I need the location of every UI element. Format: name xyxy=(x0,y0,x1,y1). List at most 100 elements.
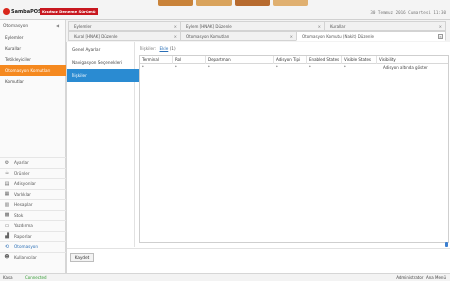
tab-label: Kural [HNAK] Düzenle xyxy=(74,34,118,39)
relations-panel: İlişkiler: Ekle (1) Terminal Rol Departm… xyxy=(138,42,450,247)
main-menu-link[interactable]: Ana Menü xyxy=(426,275,446,280)
product-icon: ☕ xyxy=(4,170,10,177)
tab-label: Eylemler xyxy=(74,24,92,29)
nav-inventory[interactable]: ▩ Stok xyxy=(0,209,66,221)
connection-status: Connected xyxy=(25,275,47,280)
cell-visibility[interactable]: Adisyon altında göster xyxy=(377,64,449,71)
nav-tickets[interactable]: ▤ Adisyonlar xyxy=(0,178,66,189)
menu-item-commands[interactable]: Komutlar xyxy=(0,76,66,87)
cell-ticket-type[interactable]: * xyxy=(274,64,307,71)
tab-rules[interactable]: Kurallar × xyxy=(324,21,446,31)
datetime: 30 Temmuz 2016 Cumartesi 11:30 xyxy=(370,9,446,15)
collapse-arrow-icon[interactable]: ◀ xyxy=(56,23,59,28)
sambapos-logo-icon xyxy=(3,8,10,15)
tab-edit-rule[interactable]: Kural [HNAK] Düzenle × xyxy=(68,31,181,41)
status-right: Administrator Ana Menü xyxy=(396,274,446,281)
app-name: SambaPOS xyxy=(11,8,42,15)
add-relation-link[interactable]: Ekle xyxy=(159,46,168,51)
tab-actions[interactable]: Eylemler × xyxy=(68,21,181,31)
cell-visible-states[interactable]: * xyxy=(342,64,377,71)
tab-edit-automation-command[interactable]: Otomasyon Komutu (Nakit) Düzenle × xyxy=(296,31,446,41)
cell-enabled-states[interactable]: * xyxy=(307,64,342,71)
menu-item-actions[interactable]: Eylemler xyxy=(0,32,66,43)
document-tabs: Eylemler × Eylem [HNAK] Düzenle × Kurallar… xyxy=(66,20,450,42)
column-visibility[interactable]: Visibility xyxy=(377,56,449,64)
column-enabled-states[interactable]: Enabled States xyxy=(307,56,342,64)
grid-header: Terminal Rol Departman Adisyon Tipi Enab… xyxy=(140,56,448,64)
nav-label: Ayarlar xyxy=(14,160,29,166)
tab-label: Otomasyon Komutu (Nakit) Düzenle xyxy=(302,34,375,39)
nav-entities[interactable]: ▦ Varlıklar xyxy=(0,188,66,200)
tab-automation-commands[interactable]: Otomasyon Komutları × xyxy=(180,31,297,41)
entity-icon: ▦ xyxy=(4,191,10,198)
nav-settings[interactable]: ⚙ Ayarlar xyxy=(0,157,66,168)
header-banner xyxy=(158,0,308,6)
print-icon: ▭ xyxy=(4,222,10,229)
column-visible-states[interactable]: Visible States xyxy=(342,56,377,64)
nav-reports[interactable]: ▟ Raporlar xyxy=(0,230,66,242)
relation-count: (1) xyxy=(169,46,176,51)
scrollbar[interactable] xyxy=(444,42,450,273)
current-user[interactable]: Administrator xyxy=(396,275,423,280)
banner-photo xyxy=(234,0,270,6)
cell-department[interactable]: * xyxy=(206,64,274,71)
nav-label: Otomasyon xyxy=(14,244,39,250)
sambapos-window: SambaPOS Kısıtsız Deneme Sürümü 30 Temmu… xyxy=(0,0,450,281)
column-department[interactable]: Departman xyxy=(206,56,274,64)
menu-item-automation-commands[interactable]: Otomasyon Komutları xyxy=(0,65,66,76)
column-terminal[interactable]: Terminal xyxy=(140,56,173,64)
nav-label: Adisyonlar xyxy=(14,181,36,187)
status-bar: Kasa Connected Administrator Ana Menü xyxy=(0,273,450,281)
scrollbar-thumb[interactable] xyxy=(445,242,448,247)
column-role[interactable]: Rol xyxy=(173,56,206,64)
nav-label: Raporlar xyxy=(14,233,32,239)
menu-item-triggers[interactable]: Tetikleyiciler xyxy=(0,54,66,65)
side-tab-general-settings[interactable]: Genel Ayarlar xyxy=(67,43,134,56)
left-panel: Otomasyon ◀ Eylemler Kurallar Tetikleyic… xyxy=(0,20,66,273)
nav-printing[interactable]: ▭ Yazdırma xyxy=(0,220,66,231)
nav-automation[interactable]: ⟲ Otomasyon xyxy=(0,241,66,252)
nav-products[interactable]: ☕ Ürünler xyxy=(0,167,66,179)
close-icon[interactable]: × xyxy=(438,34,443,39)
column-ticket-type[interactable]: Adisyon Tipi xyxy=(274,56,307,64)
nav-label: Ürünler xyxy=(14,170,30,176)
cell-role[interactable]: * xyxy=(173,64,206,71)
nav-users[interactable]: ☻ Kullanıcılar xyxy=(0,251,66,263)
table-row[interactable]: * * * * * * Adisyon altında göster xyxy=(140,64,448,71)
tab-label: Otomasyon Komutları xyxy=(186,34,230,39)
account-icon: ▥ xyxy=(4,201,10,208)
cell-terminal[interactable]: * xyxy=(140,64,173,71)
top-bar: SambaPOS Kısıtsız Deneme Sürümü 30 Temmu… xyxy=(0,0,450,19)
side-tab-relations[interactable]: İlişkiler xyxy=(67,69,145,82)
reports-icon: ▟ xyxy=(5,233,9,240)
nav-label: Kullanıcılar xyxy=(14,254,37,260)
close-icon[interactable]: × xyxy=(290,32,293,42)
users-icon: ☻ xyxy=(4,254,10,261)
menu-item-rules[interactable]: Kurallar xyxy=(0,43,66,54)
nav-label: Varlıklar xyxy=(14,191,32,197)
banner-photo xyxy=(196,0,232,6)
automation-icon: ⟲ xyxy=(4,243,10,250)
close-icon[interactable]: × xyxy=(174,32,177,42)
gear-icon: ⚙ xyxy=(4,159,10,166)
editor-footer: Kaydet xyxy=(67,248,450,272)
side-tab-navigation-options[interactable]: Navigasyon Seçenekleri xyxy=(67,56,134,69)
ticket-icon: ▤ xyxy=(4,180,10,187)
editor-panel: Genel Ayarlar Navigasyon Seçenekleri İli… xyxy=(66,42,450,273)
nav-accounts[interactable]: ▥ Hesaplar xyxy=(0,199,66,210)
banner-photo xyxy=(272,0,308,6)
terminal-name: Kasa xyxy=(3,275,13,280)
nav-label: Stok xyxy=(14,212,24,218)
main-navigation: ⚙ Ayarlar ☕ Ürünler ▤ Adisyonlar ▦ Varlıklar… xyxy=(0,157,66,262)
nav-label: Yazdırma xyxy=(14,223,33,229)
tab-label: Eylem [HNAK] Düzenle xyxy=(186,24,232,29)
relations-grid[interactable]: Terminal Rol Departman Adisyon Tipi Enab… xyxy=(139,55,449,243)
nav-label: Hesaplar xyxy=(14,202,33,208)
banner-photo xyxy=(158,0,194,6)
save-button[interactable]: Kaydet xyxy=(70,253,94,262)
tab-edit-action[interactable]: Eylem [HNAK] Düzenle × xyxy=(180,21,325,31)
inventory-icon: ▩ xyxy=(4,212,10,219)
relations-header: İlişkiler: Ekle (1) xyxy=(140,46,176,51)
tab-label: Kurallar xyxy=(330,24,346,29)
trial-badge: Kısıtsız Deneme Sürümü xyxy=(40,7,98,15)
